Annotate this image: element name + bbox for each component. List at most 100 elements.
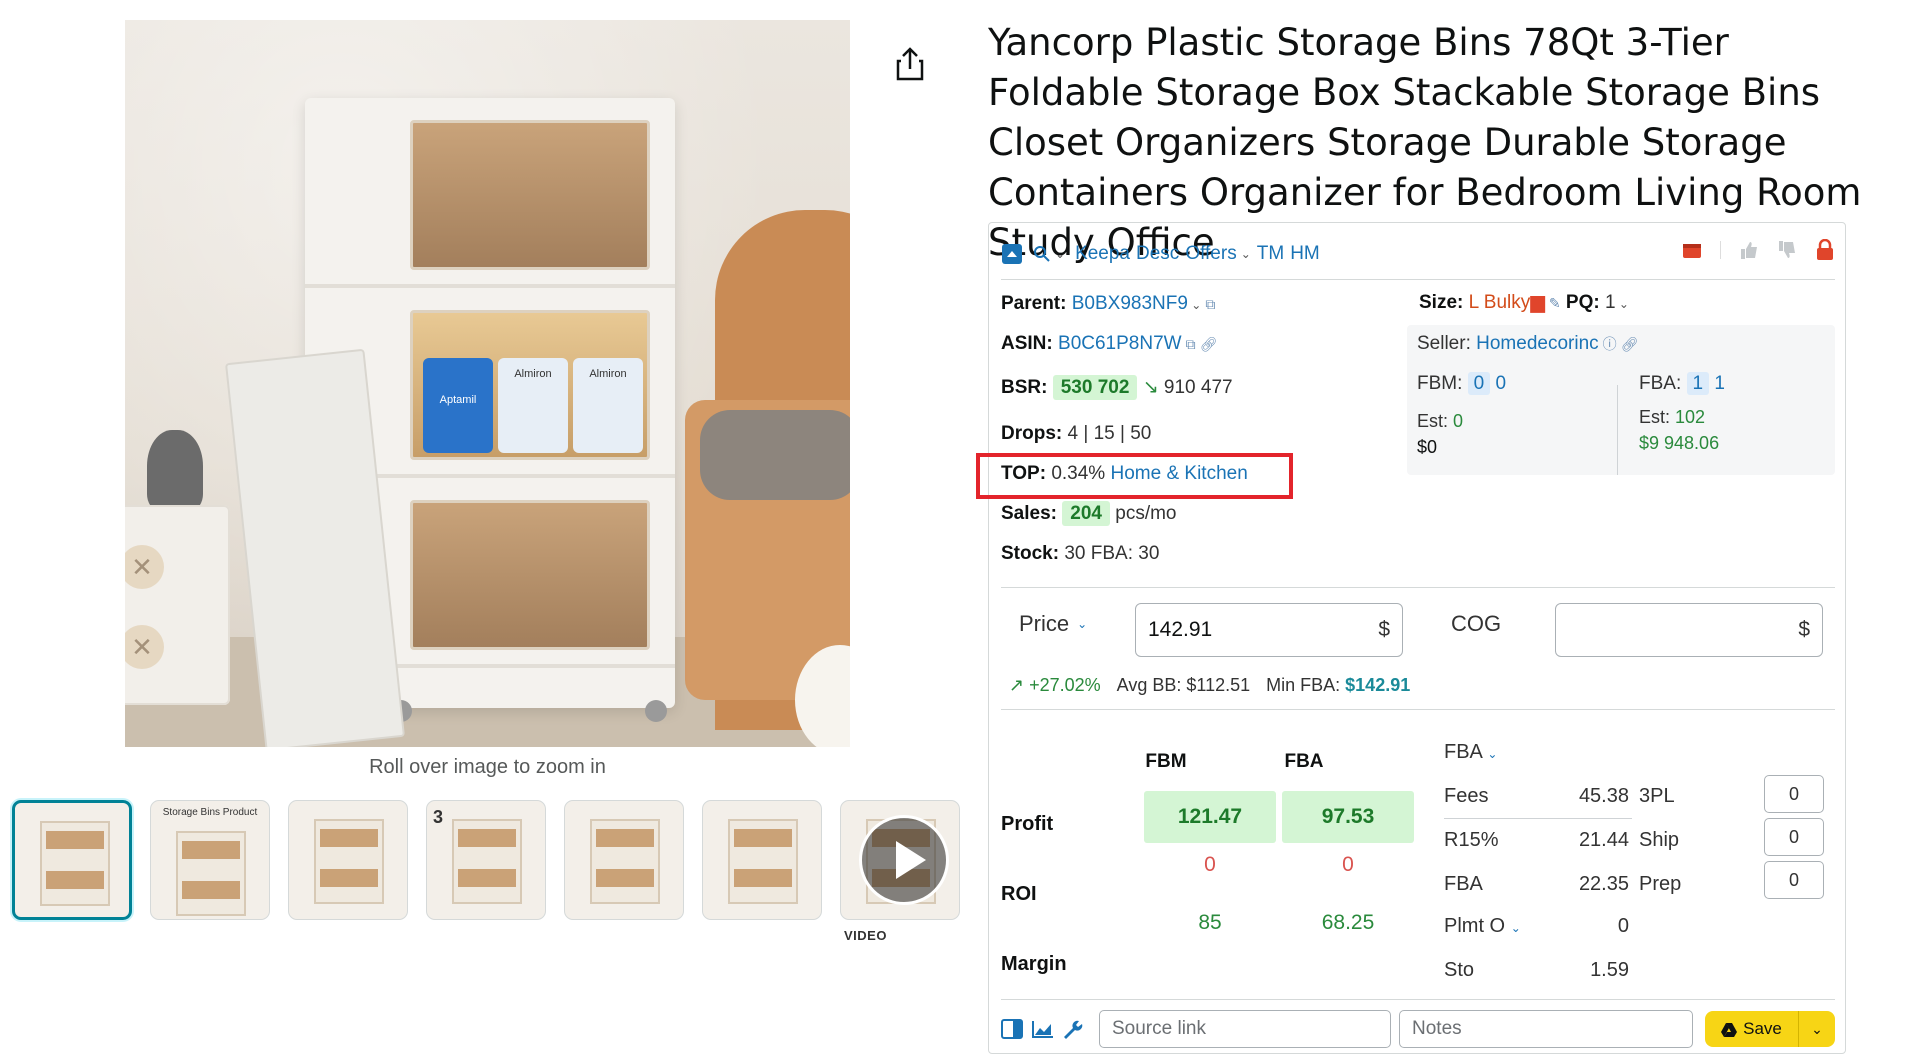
thumbnail[interactable]: [702, 800, 822, 920]
search-menu[interactable]: ⌄: [1033, 245, 1065, 263]
threepl-input[interactable]: 0: [1764, 775, 1824, 813]
margin-fba: 68.25: [1321, 911, 1375, 934]
fee-mode-select[interactable]: FBA ⌄: [1444, 741, 1497, 764]
save-main[interactable]: Save: [1705, 1011, 1799, 1047]
keepa-link[interactable]: Keepa: [1075, 243, 1130, 265]
fba-seller-count[interactable]: 1: [1714, 373, 1725, 394]
price-input[interactable]: 142.91 $: [1135, 603, 1403, 657]
wrench-icon[interactable]: [1061, 1018, 1083, 1040]
trend-up: ↗ +27.02%: [1009, 675, 1101, 696]
link-icon[interactable]: 🔗︎: [1200, 336, 1218, 352]
fbm-est-money: $0: [1417, 437, 1438, 457]
cabinet-tier-top: [305, 98, 675, 288]
video-thumbnail[interactable]: [840, 800, 960, 920]
currency-symbol: $: [1798, 618, 1810, 641]
save-button[interactable]: Save ⌄: [1705, 1011, 1835, 1047]
save-dropdown[interactable]: ⌄: [1799, 1021, 1835, 1038]
zoom-hint: Roll over image to zoom in: [369, 756, 606, 778]
thumbnail[interactable]: [564, 800, 684, 920]
play-icon: [859, 815, 949, 905]
sales-row: Sales: 204 pcs/mo: [1001, 501, 1177, 526]
chevron-down-icon[interactable]: ⌄: [1188, 298, 1201, 312]
ship-input[interactable]: 0: [1764, 818, 1824, 856]
box-icon: ▆: [1530, 292, 1545, 313]
drops-row: Drops: 4 | 15 | 50: [1001, 423, 1151, 445]
r15-label: R15%: [1444, 829, 1499, 851]
price-stats: ↗ +27.02% Avg BB: $112.51 Min FBA: $142.…: [1009, 675, 1410, 696]
thumbnail-strip: Storage Bins Product 3 VIDEO: [12, 800, 960, 950]
fba-offer-count[interactable]: 1: [1686, 372, 1710, 395]
parent-asin-link[interactable]: B0BX983NF9: [1072, 293, 1188, 314]
fbm-row: FBM: 0 0: [1417, 372, 1507, 395]
divider: [1001, 709, 1835, 710]
price-mode-select[interactable]: Price ⌄: [1019, 611, 1087, 637]
share-button[interactable]: [893, 44, 927, 84]
hm-link[interactable]: HM: [1290, 243, 1320, 265]
cog-input[interactable]: $: [1555, 603, 1823, 657]
box-icon[interactable]: [1682, 241, 1702, 259]
fbm-seller-count[interactable]: 0: [1496, 373, 1507, 394]
image-nightstand: ✕ ✕: [125, 505, 230, 705]
desc-link[interactable]: Desc: [1136, 243, 1179, 265]
drive-icon: [1721, 1022, 1738, 1037]
asin-row: ASIN: B0C61P8N7W ⧉ 🔗︎: [1001, 333, 1217, 355]
margin-fbm: 85: [1198, 911, 1222, 934]
thumbnail[interactable]: [12, 800, 132, 920]
lock-icon[interactable]: [1815, 239, 1835, 261]
plmt-select[interactable]: Plmt O ⌄: [1444, 915, 1521, 938]
fbm-offer-count[interactable]: 0: [1467, 372, 1491, 395]
notes-input[interactable]: Notes: [1399, 1010, 1693, 1048]
sales-unit: pcs/mo: [1115, 503, 1177, 524]
stock-label: Stock:: [1001, 543, 1060, 564]
thumbnail[interactable]: [288, 800, 408, 920]
link-icon[interactable]: 🔗︎: [1621, 336, 1639, 352]
seller-link[interactable]: Homedecorinc: [1476, 333, 1599, 354]
fbm-est: Est: 0: [1417, 411, 1463, 432]
asin-link[interactable]: B0C61P8N7W: [1058, 333, 1182, 354]
bsr-previous: 910 477: [1163, 377, 1233, 398]
formula-can: Almiron: [573, 358, 643, 453]
fba-label: FBA:: [1639, 373, 1682, 394]
info-icon[interactable]: ⓘ: [1603, 336, 1617, 352]
thumbs-up-icon[interactable]: [1739, 240, 1759, 260]
collapse-icon[interactable]: [1001, 243, 1023, 265]
share-icon: [896, 47, 924, 81]
product-main-image[interactable]: ✕ ✕ Aptamil Almiron Almiron: [125, 20, 850, 747]
image-pillow: [700, 410, 850, 500]
formula-can: Aptamil: [423, 358, 493, 453]
profit-fba: 97.53: [1282, 791, 1414, 843]
copy-icon[interactable]: ⧉: [1186, 336, 1196, 352]
size-label: Size:: [1419, 292, 1464, 313]
edit-icon[interactable]: ✎: [1549, 295, 1561, 311]
thumbnail[interactable]: Storage Bins Product: [150, 800, 270, 920]
chart-icon[interactable]: [1031, 1019, 1055, 1039]
avg-bb: Avg BB: $112.51: [1117, 675, 1250, 696]
chevron-down-icon[interactable]: ⌄: [1616, 297, 1629, 311]
thumbnail-caption: Storage Bins Product: [162, 807, 258, 818]
copy-icon[interactable]: ⧉: [1205, 296, 1215, 312]
can-label: Almiron: [589, 368, 627, 380]
prep-input[interactable]: 0: [1764, 861, 1824, 899]
stock-fba-label: FBA:: [1090, 543, 1134, 564]
can-label: Almiron: [514, 368, 552, 380]
sidebar-toggle-icon[interactable]: [1001, 1019, 1023, 1039]
thumbs-down-icon[interactable]: [1777, 240, 1797, 260]
thumbnail[interactable]: 3: [426, 800, 546, 920]
divider: [1001, 999, 1835, 1000]
ship-label: Ship: [1639, 829, 1680, 851]
top-row-highlight: [976, 453, 1293, 499]
trend-up-icon: ↗: [1009, 675, 1030, 695]
sales-value: 204: [1062, 501, 1110, 526]
profit-label: Profit: [1001, 813, 1054, 835]
price-label: Price: [1019, 611, 1070, 636]
bsr-row: BSR: 530 702 ↘ 910 477: [1001, 375, 1233, 400]
cabinet-wheel: [645, 700, 667, 722]
bottom-toolbar: Source link Notes Save ⌄: [1001, 1009, 1835, 1049]
pq-value[interactable]: 1: [1605, 292, 1616, 313]
save-label: Save: [1743, 1019, 1782, 1038]
fees-label: Fees: [1444, 785, 1489, 807]
video-label: VIDEO: [844, 928, 887, 943]
source-link-input[interactable]: Source link: [1099, 1010, 1391, 1048]
tm-link[interactable]: TM: [1257, 243, 1284, 265]
offers-menu[interactable]: Offers ⌄: [1185, 243, 1250, 265]
